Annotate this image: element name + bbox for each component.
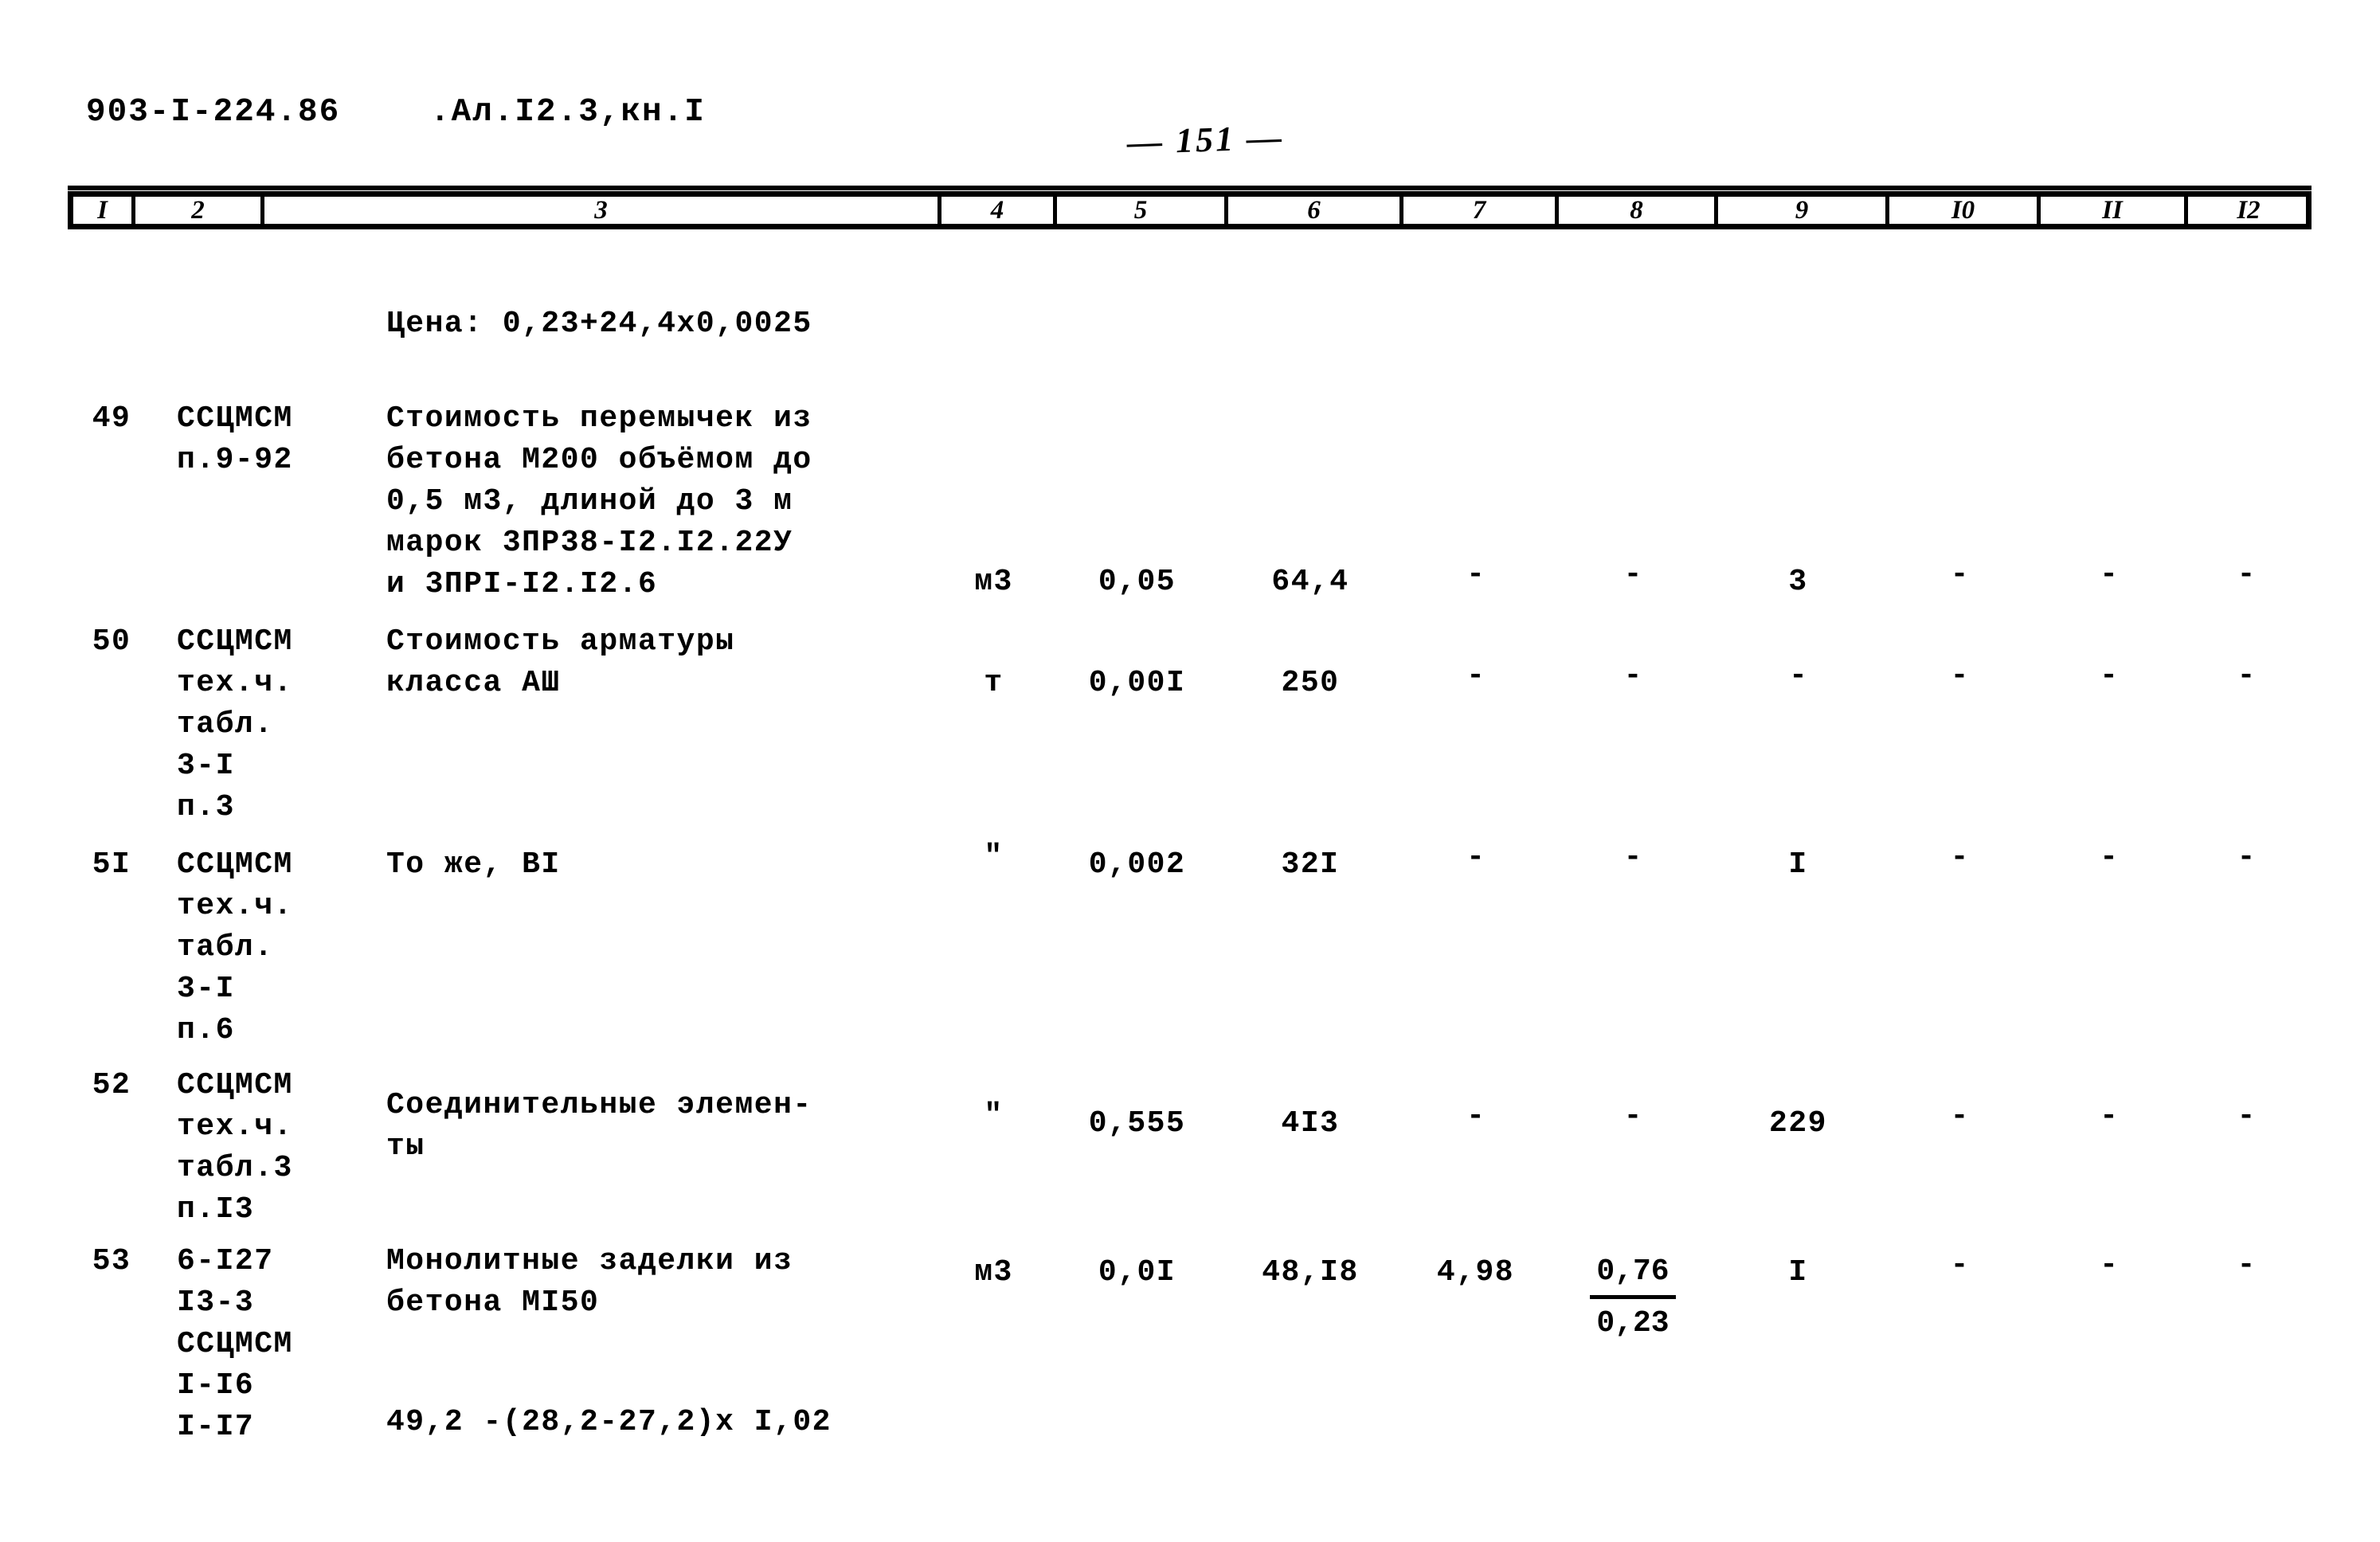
- row-col11: -: [2100, 558, 2118, 592]
- row-col10: -: [1950, 1099, 1969, 1133]
- row-col7: -: [1466, 840, 1485, 875]
- row-col6: 250: [1281, 666, 1340, 700]
- row-col10: -: [1950, 1248, 1969, 1282]
- column-header-1: I: [73, 196, 135, 225]
- row-col5: 0,00I: [1088, 666, 1186, 700]
- row-col6: 48,I8: [1262, 1255, 1359, 1290]
- row-col8-fraction: 0,76 0,23: [1553, 1252, 1713, 1344]
- row-number: 53: [92, 1244, 131, 1278]
- row-description: Монолитные заделки из бетона МI50: [386, 1244, 793, 1320]
- row-code: ССЦМСМ тех.ч. табл.3 п.I3: [177, 1068, 293, 1227]
- row-description: Стоимость перемычек из бетона М200 объём…: [386, 401, 812, 601]
- row-formula: 49,2 -(28,2-27,2)х I,02: [386, 1405, 832, 1439]
- column-header-6: 6: [1228, 196, 1403, 225]
- row-code: ССЦМСМ тех.ч. табл. 3-I п.6: [177, 847, 293, 1047]
- row-number: 52: [92, 1068, 131, 1102]
- page-number: — 151 —: [1126, 117, 1285, 162]
- column-header-5: 5: [1057, 196, 1228, 225]
- row-code: 6-I27 I3-3 ССЦМСМ I-I6 I-I7: [177, 1244, 293, 1444]
- row-col5: 0,555: [1088, 1106, 1186, 1141]
- document-code: 903-I-224.86: [86, 94, 341, 131]
- row-description: То же, ВI: [386, 847, 561, 882]
- row-col7: -: [1466, 659, 1485, 693]
- row-col7: -: [1466, 558, 1485, 592]
- row-col7: -: [1466, 1099, 1485, 1133]
- row-col8-numerator: 0,76: [1596, 1254, 1670, 1289]
- row-unit: т: [984, 666, 1004, 700]
- table-top-rule: [68, 186, 2311, 190]
- row-col10: -: [1950, 659, 1969, 693]
- row-unit: м3: [974, 1255, 1013, 1290]
- price-note: Цена: 0,23+24,4х0,0025: [386, 307, 812, 341]
- row-col8: -: [1623, 1099, 1642, 1133]
- column-header-4: 4: [941, 196, 1057, 225]
- row-description: Стоимость арматуры класса АШ: [386, 624, 735, 700]
- row-col8: -: [1623, 840, 1642, 875]
- row-col6: 32I: [1281, 847, 1340, 882]
- row-col9: I: [1788, 847, 1808, 882]
- row-col10: -: [1950, 558, 1969, 592]
- row-code: ССЦМСМ п.9-92: [177, 401, 293, 477]
- row-col8: -: [1623, 659, 1642, 693]
- column-header-7: 7: [1403, 196, 1559, 225]
- row-col10: -: [1950, 840, 1969, 875]
- row-col9: 229: [1769, 1106, 1827, 1141]
- fraction-bar: [1590, 1295, 1676, 1299]
- row-col11: -: [2100, 1099, 2118, 1133]
- album-reference: .Ал.I2.3,кн.I: [430, 94, 706, 131]
- row-unit: ": [984, 1098, 1004, 1133]
- row-col6: 64,4: [1271, 565, 1349, 599]
- row-col9: 3: [1788, 565, 1808, 599]
- row-col12: -: [2237, 1099, 2256, 1133]
- row-col9: -: [1789, 659, 1807, 693]
- row-col5: 0,002: [1088, 847, 1186, 882]
- column-header-10: I0: [1889, 196, 2041, 225]
- row-col8-denominator: 0,23: [1596, 1306, 1670, 1340]
- row-col5: 0,0I: [1098, 1255, 1176, 1290]
- column-header-8: 8: [1559, 196, 1718, 225]
- row-col6: 4I3: [1281, 1106, 1340, 1141]
- row-col5: 0,05: [1098, 565, 1176, 599]
- row-col11: -: [2100, 840, 2118, 875]
- row-unit: ": [984, 839, 1004, 874]
- column-header-3: 3: [264, 196, 941, 225]
- row-col12: -: [2237, 558, 2256, 592]
- row-col11: -: [2100, 659, 2118, 693]
- row-col8: -: [1623, 558, 1642, 592]
- table-body: Цена: 0,23+24,4х0,0025 49 ССЦМСМ п.9-92 …: [0, 239, 2380, 1537]
- row-number: 49: [92, 401, 131, 436]
- row-col11: -: [2100, 1248, 2118, 1282]
- row-number: 50: [92, 624, 131, 659]
- column-header-9: 9: [1718, 196, 1889, 225]
- row-col12: -: [2237, 840, 2256, 875]
- column-header-12: I2: [2237, 195, 2261, 225]
- row-col12: -: [2237, 659, 2256, 693]
- row-description: Соединительные элемен- ты: [386, 1088, 812, 1164]
- table-column-header-row: I 2 3 4 5 6 7 8 9 I0 II I2: [68, 191, 2311, 229]
- row-col12: -: [2237, 1248, 2256, 1282]
- row-col9: I: [1788, 1255, 1808, 1290]
- column-header-2: 2: [135, 196, 264, 225]
- row-number: 5I: [92, 847, 131, 882]
- row-unit: м3: [974, 565, 1013, 599]
- row-col7: 4,98: [1436, 1255, 1515, 1290]
- column-header-11: II: [2041, 196, 2188, 225]
- row-code: ССЦМСМ тех.ч. табл. 3-I п.3: [177, 624, 293, 824]
